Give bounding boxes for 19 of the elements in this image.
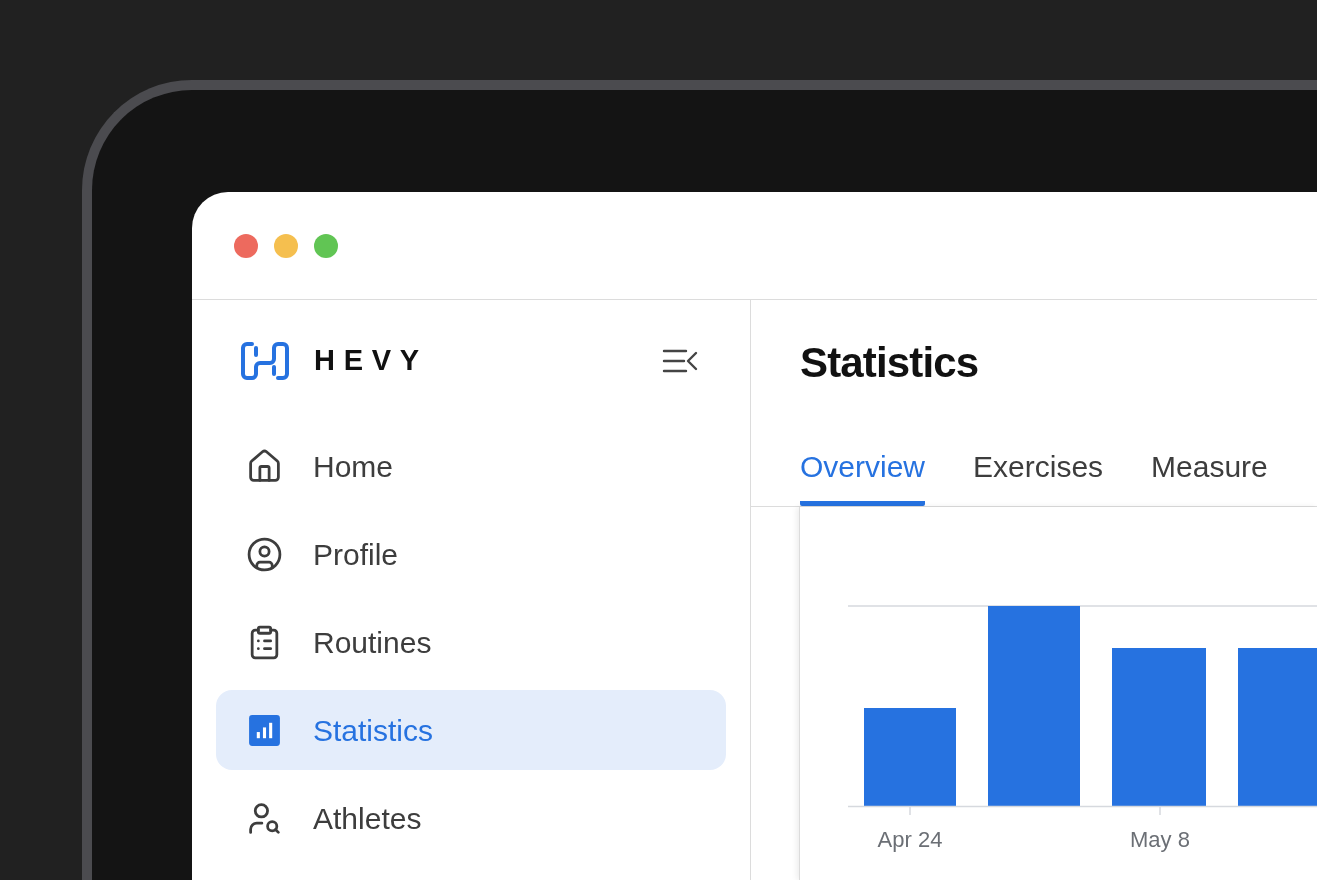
window-control[interactable] [274,233,298,258]
window-control[interactable] [234,233,258,258]
window-control[interactable] [314,233,338,258]
axis-label: May 8 [1130,827,1190,852]
nav-item[interactable]: Athletes [216,778,726,858]
tab[interactable]: Measure [1151,428,1268,506]
brand-name: HEVY [314,343,428,379]
tab[interactable]: Exercises [973,428,1104,506]
nav-item[interactable]: Statistics [216,690,726,770]
user-circle-icon [246,535,283,573]
home-icon [246,447,283,485]
nav-item[interactable]: Profile [216,514,726,594]
collapse-sidebar-icon[interactable] [662,349,698,373]
page-title: Statistics [800,337,979,388]
tab[interactable]: Overview [800,428,926,506]
nav-item[interactable]: Routines [216,602,726,682]
axis-label: Apr 24 [877,827,943,852]
nav-item[interactable]: Home [216,426,726,506]
logo-icon [240,341,290,381]
